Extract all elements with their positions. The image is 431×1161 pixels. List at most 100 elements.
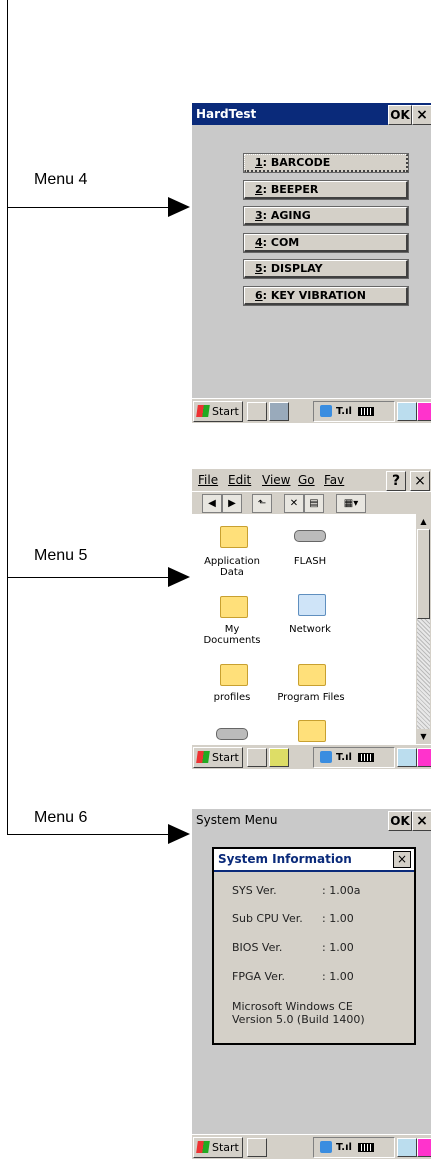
sub-cpu-ver-value: : 1.00 [322,912,354,925]
system-tray: T.ıl [313,1137,395,1158]
fpga-ver-label: FPGA Ver. [232,970,285,983]
window-title: HardTest [196,107,257,121]
close-button[interactable]: × [410,471,430,491]
pen-icon[interactable] [417,748,431,767]
vertical-connector [7,0,8,835]
hardtest-titlebar: HardTest OK × [192,103,431,125]
network-icon [320,405,332,417]
explorer-menubar: File Edit View Go Fav ? × [192,469,431,491]
signal-icon: T.ıl [336,406,352,417]
aging-button[interactable]: 3: AGING [244,207,408,225]
start-button[interactable]: Start [193,747,243,768]
sub-cpu-ver-label: Sub CPU Ver. [232,912,303,925]
start-button[interactable]: Start [193,401,243,422]
file-name[interactable]: FLASH [270,556,350,567]
network-icon [320,751,332,763]
drive-icon[interactable] [294,530,326,542]
forward-icon[interactable]: ▶ [222,494,242,513]
up-folder-icon[interactable]: ⬑ [252,494,272,513]
view-mode-icon[interactable]: ▦▾ [336,494,366,513]
vertical-scrollbar[interactable]: ▲ ▼ [416,514,431,744]
fpga-ver-value: : 1.00 [322,970,354,983]
file-name[interactable]: Program Files [266,692,356,703]
dialog-title: System Information [218,852,352,866]
pen-icon[interactable] [417,1138,431,1157]
connector-line-menu5 [7,577,169,578]
network-icon [320,1141,332,1153]
explorer-app-icon[interactable] [269,748,289,767]
folder-icon[interactable] [220,664,248,686]
taskbar: Start T.ıl [192,1134,431,1159]
system-menu-titlebar: System Menu OK × [192,809,431,831]
battery-icon [358,1143,374,1152]
close-button[interactable]: × [412,105,431,125]
windows-flag-icon [196,1141,210,1153]
file-name[interactable]: My Documents [192,624,272,646]
menu-label-5: Menu 5 [34,547,88,564]
bios-ver-value: : 1.00 [322,941,354,954]
menu-go[interactable]: Go [298,473,315,487]
os-version: Version 5.0 (Build 1400) [232,1013,365,1026]
network-folder-icon[interactable] [298,594,326,616]
dialog-titlebar: System Information × [214,849,414,872]
arrow-menu4 [168,197,190,217]
connector-line-menu4 [7,207,169,208]
connector-line-menu6 [7,834,169,835]
hardtest-screen: HardTest OK × 1: BARCODE 2: BEEPER 3: AG… [192,103,431,423]
os-name: Microsoft Windows CE [232,1000,353,1013]
menu-view[interactable]: View [262,473,290,487]
menu-file[interactable]: File [198,473,218,487]
system-tray: T.ıl [313,747,395,768]
windows-flag-icon [196,751,210,763]
keyboard-icon[interactable] [247,1138,267,1157]
drive-icon[interactable] [216,728,248,740]
menu-favorites[interactable]: Fav [324,473,344,487]
menu-edit[interactable]: Edit [228,473,251,487]
bios-ver-label: BIOS Ver. [232,941,283,954]
folder-icon[interactable] [298,720,326,742]
start-button[interactable]: Start [193,1137,243,1158]
sys-ver-value: : 1.00a [322,884,361,897]
folder-icon[interactable] [298,664,326,686]
properties-icon[interactable]: ▤ [304,494,324,513]
help-button[interactable]: ? [386,471,406,491]
ie-icon[interactable] [397,748,417,767]
folder-icon[interactable] [220,596,248,618]
barcode-button[interactable]: 1: BARCODE [244,154,408,172]
ok-button[interactable]: OK [388,811,412,831]
signal-icon: T.ıl [336,1142,352,1153]
keyboard-icon[interactable] [247,748,267,767]
file-list: Application Data FLASH My Documents Netw… [192,514,416,744]
com-button[interactable]: 4: COM [244,234,408,252]
delete-icon[interactable]: ✕ [284,494,304,513]
battery-icon [358,407,374,416]
display-button[interactable]: 5: DISPLAY [244,260,408,278]
back-icon[interactable]: ◀ [202,494,222,513]
pen-icon[interactable] [417,402,431,421]
beeper-button[interactable]: 2: BEEPER [244,181,408,199]
file-name[interactable]: Application Data [192,556,272,578]
windows-flag-icon [196,405,210,417]
scroll-down-icon[interactable]: ▼ [417,730,430,743]
explorer-screen: File Edit View Go Fav ? × ◀ ▶ ⬑ ✕ ▤ ▦▾ A… [192,469,431,769]
folder-icon[interactable] [220,526,248,548]
dialog-close-button[interactable]: × [393,851,411,868]
arrow-menu6 [168,824,190,844]
keyboard-icon[interactable] [247,402,267,421]
scroll-thumb[interactable] [417,529,430,619]
file-name[interactable]: profiles [192,692,272,703]
key-vibration-button[interactable]: 6: KEY VIBRATION [244,287,408,305]
ie-icon[interactable] [397,1138,417,1157]
taskbar: Start T.ıl [192,398,431,423]
close-button[interactable]: × [412,811,431,831]
app-icon[interactable] [269,402,289,421]
taskbar: Start T.ıl [192,744,431,769]
scroll-track[interactable] [417,619,430,729]
file-name[interactable]: Network [270,624,350,635]
ie-icon[interactable] [397,402,417,421]
system-menu-screen: System Menu OK × System Information × SY… [192,809,431,1159]
ok-button[interactable]: OK [388,105,412,125]
scroll-up-icon[interactable]: ▲ [417,515,430,528]
explorer-toolbar: ◀ ▶ ⬑ ✕ ▤ ▦▾ [192,491,431,514]
arrow-menu5 [168,567,190,587]
